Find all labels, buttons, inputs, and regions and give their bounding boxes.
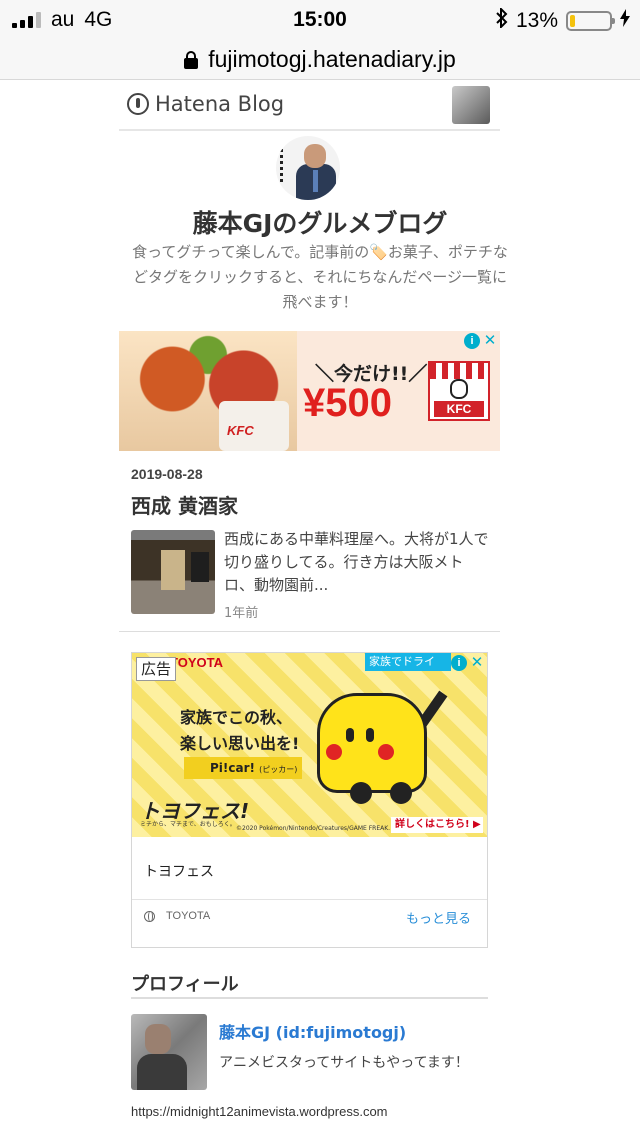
bluetooth-icon	[496, 6, 508, 34]
pitcar-label: Pi!car! (ピッカー)	[184, 757, 302, 779]
profile-url[interactable]: https://midnight12animevista.wordpress.c…	[131, 1104, 388, 1119]
kfc-logo-label: KFC	[434, 401, 484, 417]
profile-bio: アニメビスタってサイトもやってます！	[219, 1055, 469, 1071]
toyota-ad-banner[interactable]: TOYOTA 広告 家族でドライ 家族でこの秋、 楽しい思い出を! Pi!car…	[132, 653, 487, 837]
catch-line-1: 家族でこの秋、	[180, 708, 293, 727]
ad-close-icon[interactable]: ✕	[482, 333, 498, 349]
toyota-cta-button[interactable]: 詳しくはこちら! ▶	[391, 817, 483, 833]
ad-copyright: ©2020 Pokémon/Nintendo/Creatures/GAME FR…	[236, 825, 391, 832]
charging-icon	[620, 9, 630, 33]
toyota-adchoices: i ✕	[451, 655, 485, 671]
ad-close-icon[interactable]: ✕	[469, 655, 485, 671]
kfc-price: ¥500	[303, 381, 392, 425]
post-date: 2019-08-28	[131, 466, 203, 482]
hatena-logo-icon	[127, 93, 149, 115]
hatena-logo-text: Hatena Blog	[155, 92, 285, 116]
kfc-ad-banner[interactable]: KFC ＼今だけ!!／ ¥500 KFC i ✕	[119, 331, 500, 451]
hatena-header: Hatena Blog	[119, 80, 500, 131]
profile-avatar[interactable]	[131, 1014, 207, 1090]
toyota-corner-tag: 家族でドライ	[365, 653, 451, 671]
blog-avatar[interactable]	[276, 136, 340, 200]
catch-line-2: 楽しい思い出を!	[180, 734, 300, 753]
toyota-ad-card[interactable]: TOYOTA 広告 家族でドライ 家族でこの秋、 楽しい思い出を! Pi!car…	[131, 652, 488, 948]
toyota-advertiser: TOYOTA	[166, 910, 211, 922]
post-relative-time: 1年前	[224, 606, 259, 621]
tofes-subline: ミチから、マチまで、おもしろく。	[140, 821, 236, 828]
status-bar: au 4G 15:00 13%	[0, 0, 640, 40]
post-thumbnail[interactable]	[131, 530, 215, 614]
battery-icon	[566, 11, 615, 31]
adchoices: i ✕	[464, 333, 498, 349]
lock-icon	[184, 50, 199, 69]
toyota-brand: TOYOTA	[170, 655, 223, 670]
kfc-wrap-logo: KFC	[227, 423, 254, 438]
status-right: 13%	[496, 6, 630, 34]
header-user-avatar[interactable]	[452, 86, 490, 124]
kfc-logo: KFC	[428, 361, 490, 421]
url-text[interactable]: fujimotogj.hatenadiary.jp	[208, 46, 456, 73]
pitcar-name: Pi!car!	[210, 761, 255, 775]
pitcar-reading: (ピッカー)	[259, 765, 298, 774]
profile-heading-rule	[131, 997, 488, 999]
hatena-blog-logo[interactable]: Hatena Blog	[127, 92, 284, 116]
divider	[132, 899, 487, 900]
kfc-food-image: KFC	[119, 331, 297, 451]
ad-info-icon[interactable]: i	[464, 333, 480, 349]
ad-info-icon[interactable]: i	[451, 655, 467, 671]
pikachu-car-illustration	[317, 693, 427, 804]
toyota-catchcopy: 家族でこの秋、 楽しい思い出を!	[180, 705, 299, 757]
address-bar[interactable]: fujimotogj.hatenadiary.jp	[0, 40, 640, 80]
globe-icon	[144, 911, 155, 922]
blog-description: 食ってグチって楽しんで。記事前の🏷️お菓子、ポテチなどタグをクリックすると、それ…	[132, 243, 508, 311]
profile-heading: プロフィール	[131, 974, 239, 995]
battery-percent: 13%	[515, 9, 558, 32]
post-title[interactable]: 西成 黄酒家	[131, 490, 238, 519]
blog-title[interactable]: 藤本GJのグルメブログ	[0, 204, 640, 240]
ad-label: 広告	[136, 657, 177, 681]
profile-name-link[interactable]: 藤本GJ (id:fujimotogj)	[219, 1019, 406, 1043]
divider	[119, 631, 500, 632]
see-more-link[interactable]: もっと見る	[406, 908, 471, 927]
post-excerpt: 西成にある中華料理屋へ。大将が1人で切り盛りしてる。行き方は大阪メトロ、動物園前…	[224, 530, 489, 594]
toyota-ad-title[interactable]: トヨフェス	[144, 861, 214, 881]
